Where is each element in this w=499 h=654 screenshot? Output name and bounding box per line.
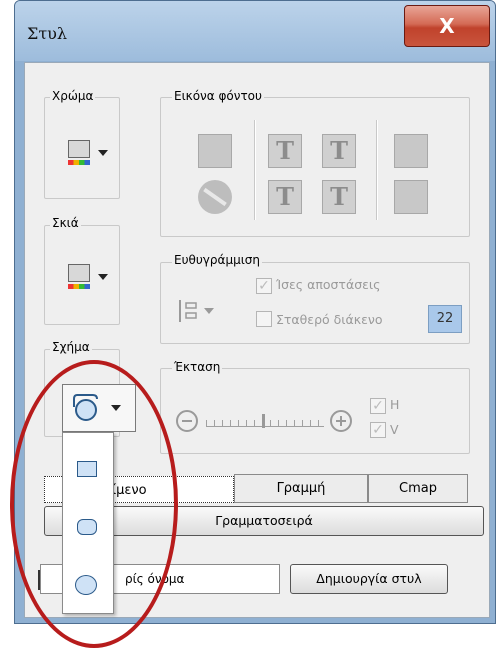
text-center-icon[interactable]: T [268,180,302,214]
color-group-label: Χρώμα [50,89,96,103]
no-image-slash [203,187,227,207]
plus-stroke-v [340,416,342,426]
shadow-swatch-icon [68,264,90,282]
close-button[interactable]: X [404,5,490,47]
shadow-group-label: Σκιά [50,216,81,230]
fixed-spacing-checkbox[interactable] [256,311,272,327]
separator [254,120,256,220]
shape-menu-item-rectangle[interactable] [63,443,113,487]
background-image-group-label: Εικόνα φόντου [172,89,264,103]
slider-track [206,426,324,427]
separator [376,120,378,220]
equal-spacing-label: Ίσες αποστάσεις [276,277,381,292]
extent-h-checkbox[interactable]: ✓ [370,398,386,414]
vertical-spacing-icon [179,300,197,322]
text-fit-icon[interactable]: T [268,134,302,168]
rounded-rectangle-icon [77,519,97,535]
extent-v-checkbox[interactable]: ✓ [370,422,386,438]
create-style-button[interactable]: Δημιουργία στυλ [290,564,448,594]
image-stretch-icon[interactable] [394,134,428,168]
ellipse-icon [75,575,97,595]
no-image-icon[interactable] [198,180,232,214]
extent-slider[interactable] [206,410,324,432]
image-landscape-icon[interactable] [394,180,428,214]
shadow-dropdown-button[interactable] [68,264,114,294]
shadow-palette-bar [68,284,90,289]
fixed-spacing-label: Σταθερό διάκενο [276,312,383,327]
extent-h-label: H [390,397,400,412]
alignment-group-label: Ευθυγράμμιση [172,253,262,267]
alignment-dropdown-button[interactable] [174,298,222,324]
color-dropdown-button[interactable] [68,140,114,170]
shape-menu-item-ellipse[interactable] [63,563,113,607]
chevron-down-icon [111,405,121,411]
text-remove-icon[interactable]: T [322,134,356,168]
fixed-spacing-input[interactable]: 22 [428,305,462,333]
shape-menu-item-rounded-rectangle[interactable] [63,507,113,551]
zoom-out-icon[interactable] [176,410,198,432]
equal-spacing-checkbox[interactable]: ✓ [256,278,272,294]
slider-ticks [206,420,324,426]
extent-group-label: Έκταση [172,360,223,374]
chevron-down-icon [204,308,214,314]
text-frame-icon[interactable]: T [322,180,356,214]
shape-menu [62,432,114,614]
shape-ellipse-icon [73,394,98,421]
image-insert-icon[interactable] [198,134,232,168]
chevron-down-icon [98,150,108,156]
rectangle-icon [77,461,97,477]
shape-group-label: Σχήμα [50,340,92,354]
color-swatch-icon [68,140,90,158]
tab-line[interactable]: Γραμμή [234,474,368,503]
zoom-in-icon[interactable] [330,410,352,432]
chevron-down-icon [98,274,108,280]
color-palette-bar [68,160,90,165]
tab-cmap[interactable]: Cmap [368,474,468,503]
minus-stroke [182,420,192,422]
slider-thumb[interactable] [262,414,265,428]
shape-dropdown-button[interactable] [62,384,136,432]
window-title: Στυλ [27,24,68,43]
extent-v-label: V [390,422,399,437]
